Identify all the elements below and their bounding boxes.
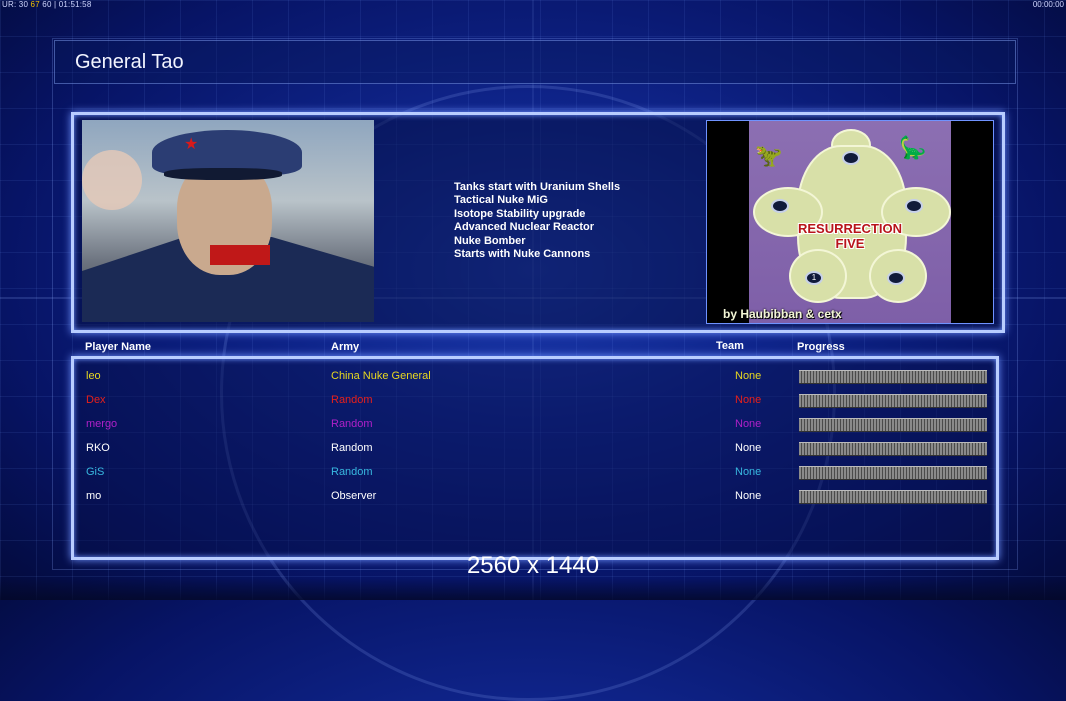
resolution-label: 2560 x 1440 <box>466 552 600 579</box>
map-start-location <box>842 151 860 165</box>
player-name: GiS <box>86 466 105 478</box>
player-army: China Nuke General <box>331 370 431 382</box>
map-image: 🦖 🦕 1 RESURRECTION FIVE <box>749 121 951 323</box>
trait-item: Tanks start with Uranium Shells <box>454 181 621 193</box>
debug-overlay-left: UR: 30 67 60 | 01:51:58 <box>2 0 92 9</box>
map-title-line2: FIVE <box>835 236 865 251</box>
debug-prefix: UR: 30 <box>2 0 29 9</box>
player-army: Observer <box>331 490 377 502</box>
debug-suffix: 60 <box>42 0 52 9</box>
table-row: Dex Random None <box>74 389 996 411</box>
map-start-location <box>905 199 923 213</box>
dinosaur-icon: 🦖 <box>755 143 783 168</box>
general-portrait: ★ <box>82 120 374 322</box>
collar-tab <box>210 245 270 265</box>
player-army: Random <box>331 466 373 478</box>
map-title-line1: RESURRECTION <box>797 221 902 236</box>
map-start-location <box>771 199 789 213</box>
map-marker: 1 <box>805 271 823 285</box>
player-army: Random <box>331 442 373 454</box>
trait-item: Nuke Bomber <box>454 234 526 247</box>
title-bar: General Tao <box>54 40 1016 84</box>
table-row: RKO Random None <box>74 437 996 459</box>
player-army: Random <box>331 418 373 430</box>
player-name: Dex <box>86 394 106 406</box>
general-traits: Tanks start with Uranium Shells Tactical… <box>454 181 620 261</box>
player-team: None <box>735 394 762 406</box>
player-army: Random <box>331 394 373 406</box>
header-progress: Progress <box>797 341 845 353</box>
player-team: None <box>735 418 762 430</box>
mushroom-cloud <box>82 150 142 210</box>
trait-item: Advanced Nuclear Reactor <box>454 221 594 234</box>
map-preview: 🦖 🦕 1 RESURRECTION FIVE by Haubibban & c… <box>706 120 994 324</box>
star-icon: ★ <box>184 136 199 153</box>
debug-clock: 01:51:58 <box>58 0 92 9</box>
general-name: General Tao <box>75 51 184 73</box>
trait-item: Tactical Nuke MiG <box>454 194 548 207</box>
player-team: None <box>735 466 762 478</box>
loading-progress-bar <box>799 370 987 384</box>
table-row: mo Observer None <box>74 485 996 507</box>
loading-progress-bar <box>799 466 987 480</box>
debug-fps: 67 <box>30 0 40 9</box>
loading-progress-bar <box>799 394 987 408</box>
debug-overlay-right: 00:00:00 <box>1032 0 1064 9</box>
dinosaur-icon: 🦕 <box>899 135 927 160</box>
loading-progress-bar <box>799 442 987 456</box>
table-row: GiS Random None <box>74 461 996 483</box>
map-start-location <box>887 271 905 285</box>
bottom-strip <box>0 578 1066 600</box>
player-name: RKO <box>86 442 110 454</box>
table-row: mergo Random None <box>74 413 996 435</box>
trait-item: Isotope Stability upgrade <box>454 207 586 220</box>
map-credit: by Haubibban & cetx <box>723 307 842 321</box>
player-team: None <box>735 370 762 382</box>
player-team: None <box>735 442 762 454</box>
player-name: leo <box>86 370 101 382</box>
loading-progress-bar <box>799 418 987 432</box>
trait-item: Starts with Nuke Cannons <box>454 248 591 261</box>
table-row: leo China Nuke General None <box>74 365 996 387</box>
player-name: mergo <box>86 418 118 430</box>
loading-progress-bar <box>799 490 987 504</box>
cap-visor <box>164 168 282 180</box>
header-player-name: Player Name <box>85 341 152 353</box>
players-table: leo China Nuke General None Dex Random N… <box>71 356 999 560</box>
header-army: Army <box>331 341 360 353</box>
player-name: mo <box>86 490 102 502</box>
header-team: Team <box>716 340 744 352</box>
briefing-panel: ★ Tanks start with Uranium Shells Tactic… <box>71 112 1005 333</box>
player-team: None <box>735 490 762 502</box>
